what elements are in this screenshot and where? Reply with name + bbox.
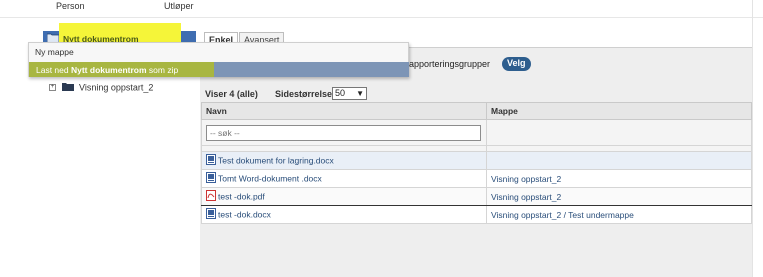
reporting-groups-label: apporteringsgrupper	[409, 59, 491, 69]
page-size-label: Sidestørrelse	[275, 89, 333, 99]
word-doc-icon	[206, 172, 216, 185]
table-row-selected[interactable]: test -dok.pdf Visning oppstart_2	[201, 187, 753, 206]
chevron-down-icon: ▼	[356, 89, 364, 98]
column-utloper-label: Utløper	[164, 1, 194, 11]
table-row[interactable]: Tomt Word-dokument .docx Visning oppstar…	[201, 169, 753, 188]
file-link[interactable]: test -dok.pdf	[218, 192, 265, 202]
page-size-value: 50	[335, 88, 346, 98]
name-cell: Test dokument for lagring.docx	[201, 151, 487, 170]
folder-cell	[485, 151, 753, 170]
top-strip: Person Utløper	[0, 0, 763, 18]
folder-cell[interactable]: Visning oppstart_2	[485, 169, 753, 188]
name-cell: test -dok.docx	[201, 205, 487, 224]
tree-item-label: Visning oppstart_2	[79, 82, 154, 93]
column-person-label: Person	[56, 1, 85, 11]
table-row[interactable]: test -dok.docx Visning oppstart_2 / Test…	[201, 205, 753, 224]
column-header-name[interactable]: Navn	[201, 102, 487, 120]
velg-button[interactable]: Velg	[502, 57, 531, 71]
expand-icon[interactable]: +	[49, 84, 56, 92]
context-menu: Ny mappe Last ned Nytt dokumentrom som z…	[28, 42, 409, 77]
pdf-icon	[206, 190, 216, 203]
word-doc-icon	[206, 154, 216, 167]
file-link[interactable]: Test dokument for lagring.docx	[218, 156, 334, 166]
column-header-folder[interactable]: Mappe	[485, 102, 753, 120]
result-count: Viser 4 (alle)	[205, 89, 258, 99]
search-cell-empty	[485, 119, 753, 146]
name-cell: test -dok.pdf	[201, 187, 487, 206]
word-doc-icon	[206, 208, 216, 221]
page-size-select[interactable]: 50 ▼	[332, 87, 367, 100]
file-link[interactable]: test -dok.docx	[218, 210, 271, 220]
folder-icon	[61, 82, 74, 93]
folder-cell[interactable]: Visning oppstart_2 / Test undermappe	[485, 205, 753, 224]
table-row[interactable]: Test dokument for lagring.docx	[201, 151, 753, 170]
file-link[interactable]: Tomt Word-dokument .docx	[218, 174, 322, 184]
right-border	[752, 0, 753, 277]
tree-item-visning-oppstart[interactable]: + Visning oppstart_2	[49, 82, 153, 94]
search-input[interactable]	[206, 124, 481, 141]
document-table: Navn Mappe Test dokument for lagring.doc…	[201, 102, 753, 224]
search-cell	[201, 119, 487, 146]
name-cell: Tomt Word-dokument .docx	[201, 169, 487, 188]
menu-item-download-label: Last ned Nytt dokumentrom som zip	[36, 65, 179, 75]
menu-item-download-zip[interactable]: Last ned Nytt dokumentrom som zip	[29, 62, 409, 77]
menu-item-new-folder[interactable]: Ny mappe	[35, 47, 74, 57]
folder-cell[interactable]: Visning oppstart_2	[485, 187, 753, 206]
